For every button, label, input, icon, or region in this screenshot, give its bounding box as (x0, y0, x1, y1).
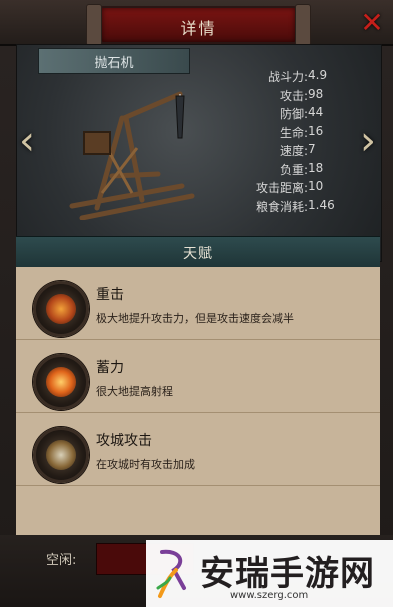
stat-label: 速度: (279, 144, 308, 158)
unit-name: 抛石机 (94, 56, 134, 71)
stat-label: 战斗力: (267, 70, 308, 84)
talent-title: 攻城攻击 (96, 433, 152, 449)
stat-label: 负重: (279, 162, 308, 177)
stat-value: 4.9 (308, 68, 328, 82)
title-bar: 详情 ✕ (0, 0, 393, 46)
talent-header-title: 天赋 (183, 246, 213, 262)
stat-value: 98 (308, 86, 324, 101)
stat-label: 粮食消耗: (255, 199, 308, 214)
stat-row: 负重: 18 (236, 161, 366, 180)
talent-item-heavy-strike[interactable]: 重击 极大地提升攻击力，但是攻击速度会减半 (16, 267, 380, 340)
stat-value: 7 (308, 142, 316, 156)
stat-label: 攻击距离: (255, 181, 308, 195)
talent-item-charge[interactable]: 蓄力 很大地提高射程 (16, 340, 380, 413)
stat-row: 生命: 16 (236, 124, 366, 143)
talent-item-siege-attack[interactable]: 攻城攻击 在攻城时有攻击加成 (16, 413, 380, 486)
stat-value: 1.46 (308, 197, 335, 212)
talent-desc: 在攻城时有攻击加成 (96, 458, 195, 471)
watermark-title: 安瑞手游网 (200, 554, 375, 594)
watermark-url: www.szerg.com (230, 590, 309, 601)
stat-row: 防御: 44 (236, 105, 366, 124)
heavy-strike-icon (33, 281, 89, 337)
stat-label: 生命: (279, 125, 308, 140)
watermark-logo-icon (156, 549, 186, 598)
talent-title: 重击 (96, 287, 124, 303)
talent-title: 蓄力 (96, 360, 124, 376)
talent-desc: 极大地提升攻击力，但是攻击速度会减半 (96, 312, 294, 325)
siege-attack-icon (33, 427, 89, 483)
title-plate: 详情 (86, 4, 311, 46)
stat-label: 攻击: (279, 88, 308, 103)
prev-arrow-icon[interactable]: ‹ (14, 118, 40, 164)
detail-window: 详情 ✕ 抛石机 ‹ › 战斗力: 4.9 攻击: 98 防御: 44 生命: … (0, 0, 393, 607)
stat-value: 18 (308, 160, 324, 175)
charge-icon (33, 354, 89, 410)
title-ornament-right (295, 4, 311, 46)
unit-stats: 战斗力: 4.9 攻击: 98 防御: 44 生命: 16 速度: 7 负重: … (236, 68, 366, 216)
stat-value: 16 (308, 123, 324, 138)
stat-row: 攻击距离: 10 (236, 179, 366, 198)
stat-row: 速度: 7 (236, 142, 366, 161)
idle-label: 空闲: (46, 553, 77, 568)
stat-row: 粮食消耗: 1.46 (236, 198, 366, 217)
title-ornament-left (86, 4, 102, 46)
stat-row: 攻击: 98 (236, 87, 366, 106)
window-title: 详情 (180, 19, 217, 38)
talent-header: 天赋 (16, 236, 380, 268)
stat-value: 10 (308, 179, 324, 193)
unit-name-bar: 抛石机 (38, 48, 190, 74)
watermark: 安瑞手游网 www.szerg.com (146, 540, 393, 607)
talent-list: 重击 极大地提升攻击力，但是攻击速度会减半 蓄力 很大地提高射程 攻城攻击 在攻… (16, 267, 380, 535)
stat-label: 防御: (279, 107, 308, 121)
trebuchet-image (69, 91, 195, 220)
close-icon[interactable]: ✕ (359, 9, 385, 37)
stat-row: 战斗力: 4.9 (236, 68, 366, 87)
talent-desc: 很大地提高射程 (96, 385, 173, 398)
stat-value: 44 (308, 105, 324, 119)
